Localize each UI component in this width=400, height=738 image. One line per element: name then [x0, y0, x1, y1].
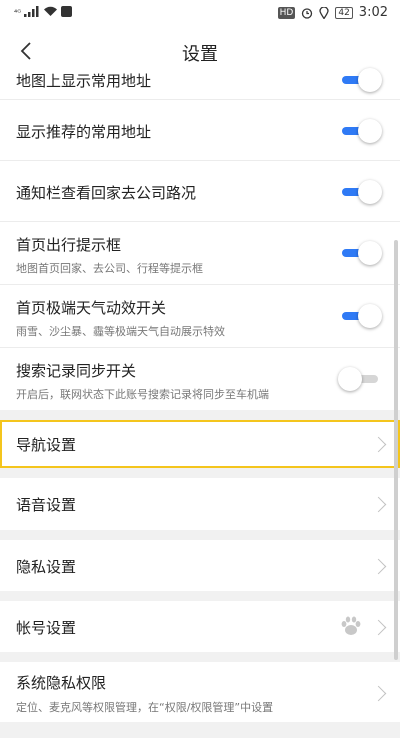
row-title: 显示推荐的常用地址 — [16, 123, 152, 141]
row-subtitle: 雨雪、沙尘暴、霾等极端天气自动展示特效 — [16, 325, 225, 338]
toggle-knob — [358, 180, 382, 204]
toggle-knob — [358, 119, 382, 143]
notification-icon — [61, 6, 73, 17]
row-title: 搜索记录同步开关 — [16, 362, 137, 380]
row-subtitle: 定位、麦克风等权限管理，在“权限/权限管理”中设置 — [16, 701, 274, 714]
menu-voice-settings[interactable]: 语音设置 — [0, 478, 400, 530]
menu-account-settings[interactable]: 帐号设置 — [0, 601, 400, 652]
wifi-icon — [44, 6, 58, 16]
section-divider — [0, 410, 400, 420]
row-title: 通知栏查看回家去公司路况 — [16, 184, 197, 202]
status-left: ⁴ᴳ — [14, 6, 73, 17]
chevron-right-icon — [370, 685, 387, 702]
row-title: 首页极端天气动效开关 — [16, 299, 167, 317]
toggle-knob — [358, 68, 382, 92]
status-right: HD 42 3:02 — [277, 5, 388, 20]
chevron-right-icon — [370, 558, 387, 575]
recommended-addresses-toggle[interactable] — [338, 118, 382, 144]
toggle-row-recommended-addresses: 显示推荐的常用地址 — [0, 100, 400, 161]
row-subtitle: 地图首页回家、去公司、行程等提示框 — [16, 262, 203, 275]
page-title: 设置 — [182, 44, 218, 65]
notification-traffic-toggle[interactable] — [338, 179, 382, 205]
scrollbar[interactable] — [394, 240, 398, 660]
section-divider — [0, 468, 400, 478]
baidu-paw-icon — [341, 616, 361, 635]
signal-icon — [24, 6, 39, 17]
status-bar: ⁴ᴳ HD 42 3:02 — [0, 0, 400, 28]
row-title: 地图上显示常用地址 — [16, 72, 152, 90]
row-subtitle: 开启后，联网状态下此账号搜索记录将同步至车机端 — [16, 388, 269, 401]
toggle-knob — [358, 241, 382, 265]
toggle-row-notification-traffic: 通知栏查看回家去公司路况 — [0, 161, 400, 222]
toggle-row-map-addresses: 地图上显示常用地址 — [0, 68, 400, 100]
location-icon — [319, 6, 329, 19]
toggle-row-weather-effects: 首页极端天气动效开关 雨雪、沙尘暴、霾等极端天气自动展示特效 — [0, 285, 400, 348]
hd-badge: HD — [277, 6, 296, 19]
row-title: 导航设置 — [16, 436, 77, 454]
bottom-spacer — [0, 722, 400, 738]
search-sync-toggle[interactable] — [338, 366, 382, 392]
clock: 3:02 — [358, 5, 388, 20]
map-addresses-toggle[interactable] — [338, 67, 382, 93]
section-divider — [0, 530, 400, 540]
section-divider — [0, 652, 400, 662]
toggle-knob — [338, 367, 362, 391]
row-title: 帐号设置 — [16, 619, 77, 637]
row-title: 隐私设置 — [16, 558, 77, 576]
chevron-right-icon — [370, 436, 387, 453]
menu-privacy-settings[interactable]: 隐私设置 — [0, 540, 400, 591]
signal-type-label: ⁴ᴳ — [14, 8, 22, 17]
section-divider — [0, 591, 400, 601]
chevron-right-icon — [370, 496, 387, 513]
toggle-knob — [358, 304, 382, 328]
row-title: 首页出行提示框 — [16, 236, 122, 254]
menu-system-privacy[interactable]: 系统隐私权限 定位、麦克风等权限管理，在“权限/权限管理”中设置 — [0, 662, 400, 724]
travel-tips-toggle[interactable] — [338, 240, 382, 266]
weather-effects-toggle[interactable] — [338, 303, 382, 329]
alarm-icon — [302, 7, 313, 19]
battery-icon: 42 — [335, 6, 353, 19]
menu-navigation-settings[interactable]: 导航设置 — [0, 420, 400, 468]
toggle-row-search-sync: 搜索记录同步开关 开启后，联网状态下此账号搜索记录将同步至车机端 — [0, 348, 400, 410]
settings-list: 地图上显示常用地址 显示推荐的常用地址 通知栏查看回家去公司路况 首页出行提示框… — [0, 68, 400, 724]
toggle-row-travel-tips: 首页出行提示框 地图首页回家、去公司、行程等提示框 — [0, 222, 400, 285]
chevron-right-icon — [370, 619, 387, 636]
row-title: 系统隐私权限 — [16, 674, 107, 692]
row-title: 语音设置 — [16, 496, 77, 514]
